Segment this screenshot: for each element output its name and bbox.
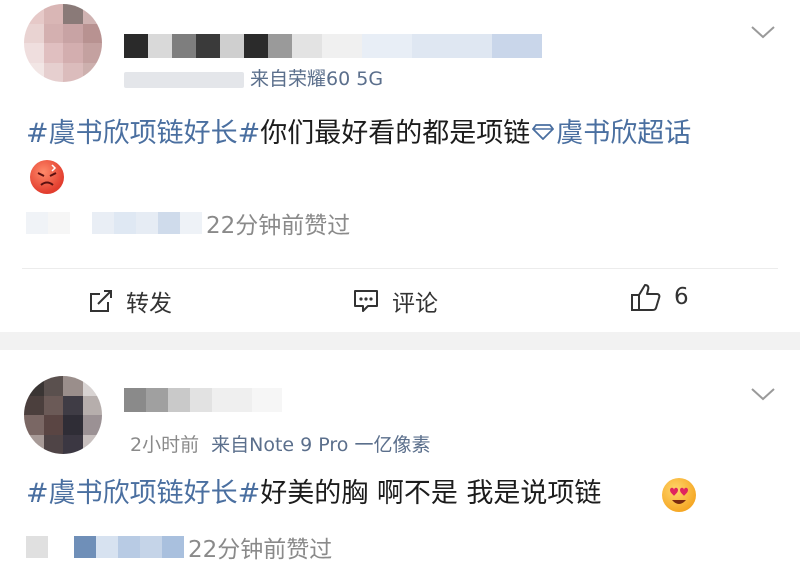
diamond-icon — [532, 124, 555, 141]
like-count: 6 — [674, 284, 689, 310]
post-meta: 2小时前 来自Note 9 Pro 一亿像素 — [130, 430, 430, 457]
heart-eyes-emoji-icon — [662, 478, 696, 512]
topic-link[interactable]: 虞书欣超话 — [530, 118, 691, 149]
post-card-2: 2小时前 来自Note 9 Pro 一亿像素 #虞书欣项链好长#好美的胸 啊不是… — [0, 350, 800, 578]
post-separator — [0, 332, 800, 350]
thumbs-up-icon — [631, 284, 661, 311]
repost-button[interactable]: 转发 — [88, 284, 172, 318]
time-blurred — [124, 71, 244, 88]
comment-button[interactable]: 评论 — [352, 284, 438, 318]
post-source: 来自荣耀60 5G — [250, 68, 384, 90]
liked-avatars-blurred — [26, 536, 184, 558]
repost-label: 转发 — [126, 291, 172, 317]
hashtag-link[interactable]: #虞书欣项链好长# — [26, 118, 260, 149]
post-source: 来自Note 9 Pro 一亿像素 — [211, 434, 431, 456]
hashtag-link[interactable]: #虞书欣项链好长# — [26, 478, 260, 509]
post-time: 2小时前 — [130, 434, 200, 456]
comment-label: 评论 — [392, 291, 438, 317]
liked-time: 22分钟前赞过 — [188, 537, 333, 563]
liked-time: 22分钟前赞过 — [206, 213, 351, 239]
liked-avatars-blurred — [26, 212, 202, 234]
divider — [22, 268, 778, 269]
post-body: 你们最好看的都是项链 — [260, 118, 531, 149]
liked-by-row: 22分钟前赞过 — [26, 206, 350, 240]
liked-by-row: 22分钟前赞过 — [26, 530, 332, 564]
angry-emoji-icon — [30, 160, 64, 194]
chevron-down-icon[interactable] — [750, 24, 776, 40]
post-card-1: 来自荣耀60 5G #虞书欣项链好长#你们最好看的都是项链 虞书欣超话 22分钟前… — [0, 0, 800, 332]
repost-icon — [90, 290, 112, 312]
avatar[interactable] — [24, 376, 102, 454]
username-blurred[interactable] — [124, 34, 542, 58]
post-text: #虞书欣项链好长#你们最好看的都是项链 虞书欣超话 — [26, 116, 691, 152]
chevron-down-icon[interactable] — [750, 386, 776, 402]
post-body: 好美的胸 啊不是 我是说项链 — [260, 478, 602, 509]
comment-icon — [354, 290, 378, 312]
like-button[interactable]: 6 — [630, 282, 689, 312]
avatar[interactable] — [24, 4, 102, 82]
post-meta: 来自荣耀60 5G — [124, 64, 383, 91]
username-blurred[interactable] — [124, 388, 282, 412]
post-text: #虞书欣项链好长#好美的胸 啊不是 我是说项链 — [26, 476, 601, 512]
